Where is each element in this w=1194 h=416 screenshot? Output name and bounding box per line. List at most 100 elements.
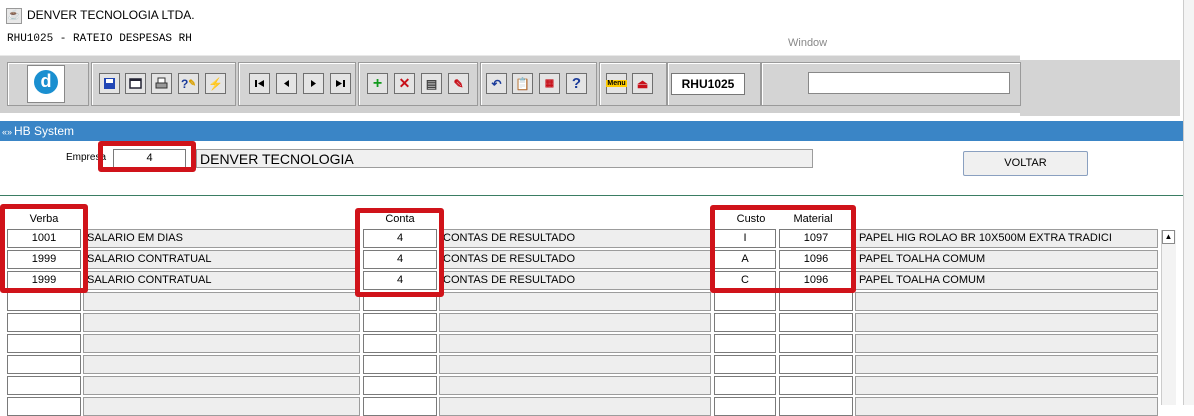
toolbar-search-field[interactable] [808,72,1010,94]
verba-input[interactable]: 1001 [7,229,81,248]
clear-record-icon[interactable]: ✎ [448,73,469,94]
verba-input[interactable] [7,355,81,374]
conta-description [439,334,711,353]
verba-description: SALARIO EM DIAS [83,229,360,248]
conta-input[interactable]: 4 [363,271,437,290]
first-record-icon[interactable] [249,73,270,94]
verba-description [83,313,360,332]
section-divider [0,195,1183,196]
material-input[interactable]: 1096 [779,271,853,290]
empresa-label: Empresa [66,152,107,163]
verba-input[interactable] [7,376,81,395]
verba-description [83,355,360,374]
material-description: PAPEL HIG ROLAO BR 10X500M EXTRA TRADICI [855,229,1158,248]
conta-description [439,355,711,374]
custo-input[interactable]: A [714,250,776,269]
last-record-icon[interactable] [330,73,351,94]
window-icon[interactable] [125,73,146,94]
conta-input[interactable] [363,292,437,311]
query-help-icon[interactable]: ? ✎ [178,73,199,94]
verba-description [83,376,360,395]
form-subtitle: RHU1025 - RATEIO DESPESAS RH [7,33,192,45]
custo-input[interactable] [714,313,776,332]
conta-input[interactable] [363,334,437,353]
material-input[interactable]: 1096 [779,250,853,269]
material-description [855,334,1158,353]
verba-input[interactable]: 1999 [7,271,81,290]
conta-input[interactable] [363,397,437,416]
material-description [855,313,1158,332]
material-input[interactable] [779,376,853,395]
toolbar-right-area [1020,60,1180,116]
window-title: DENVER TECNOLOGIA LTDA. [27,8,195,22]
next-record-icon[interactable] [303,73,324,94]
insert-record-icon[interactable]: + [367,73,388,94]
empresa-code-input[interactable]: 4 [113,149,186,168]
material-description: PAPEL TOALHA COMUM [855,271,1158,290]
material-input[interactable] [779,355,853,374]
material-input[interactable] [779,292,853,311]
form-code: RHU1025 [671,73,745,95]
menu-window[interactable]: Window [788,37,827,49]
conta-description: CONTAS DE RESULTADO [439,229,711,248]
verba-description: SALARIO CONTRATUAL [83,271,360,290]
conta-description [439,313,711,332]
grid-scrollbar[interactable] [1161,230,1176,405]
material-description [855,397,1158,416]
panel-title: HB System [14,124,75,138]
undo-icon[interactable]: ↶ [486,73,507,94]
verba-description [83,397,360,416]
d-logo-icon: d [34,70,58,94]
material-input[interactable] [779,313,853,332]
previous-record-icon[interactable] [276,73,297,94]
conta-input[interactable] [363,355,437,374]
collapse-icon[interactable]: «» [2,127,12,137]
exit-icon[interactable]: ⏏ [632,73,653,94]
conta-description: CONTAS DE RESULTADO [439,271,711,290]
delete-record-icon[interactable]: ✕ [394,73,415,94]
custo-input[interactable]: C [714,271,776,290]
save-icon[interactable] [99,73,120,94]
voltar-button[interactable]: VOLTAR [963,151,1088,176]
material-input[interactable] [779,334,853,353]
verba-input[interactable] [7,397,81,416]
duplicate-record-icon[interactable]: ▤ [421,73,442,94]
conta-input[interactable]: 4 [363,229,437,248]
java-app-icon: ☕ [6,8,22,24]
custo-input[interactable] [714,334,776,353]
menu-icon[interactable]: Menu [606,73,627,94]
help-icon[interactable]: ? [566,73,587,94]
custo-input[interactable] [714,397,776,416]
print-icon[interactable] [151,73,172,94]
window-right-border [1183,0,1194,405]
verba-description: SALARIO CONTRATUAL [83,250,360,269]
conta-input[interactable] [363,376,437,395]
conta-description [439,397,711,416]
conta-input[interactable] [363,313,437,332]
panel-header [0,121,1183,141]
material-input[interactable] [779,397,853,416]
header-conta: Conta [385,213,415,225]
header-material: Material [793,213,833,225]
verba-input[interactable]: 1999 [7,250,81,269]
empresa-name-field: DENVER TECNOLOGIA [196,149,813,168]
verba-input[interactable] [7,313,81,332]
custo-input[interactable] [714,376,776,395]
verba-input[interactable] [7,334,81,353]
verba-description [83,334,360,353]
custo-input[interactable] [714,355,776,374]
clipboard-icon[interactable]: 📋 [512,73,533,94]
custo-input[interactable]: I [714,229,776,248]
scroll-up-icon[interactable]: ▲ [1162,230,1175,244]
verba-input[interactable] [7,292,81,311]
material-description [855,292,1158,311]
material-description: PAPEL TOALHA COMUM [855,250,1158,269]
conta-input[interactable]: 4 [363,250,437,269]
material-description [855,355,1158,374]
custo-input[interactable] [714,292,776,311]
material-description [855,376,1158,395]
material-input[interactable]: 1097 [779,229,853,248]
execute-query-icon[interactable]: ⚡ [205,73,226,94]
conta-description [439,292,711,311]
list-values-icon[interactable]: ▦ [539,73,560,94]
